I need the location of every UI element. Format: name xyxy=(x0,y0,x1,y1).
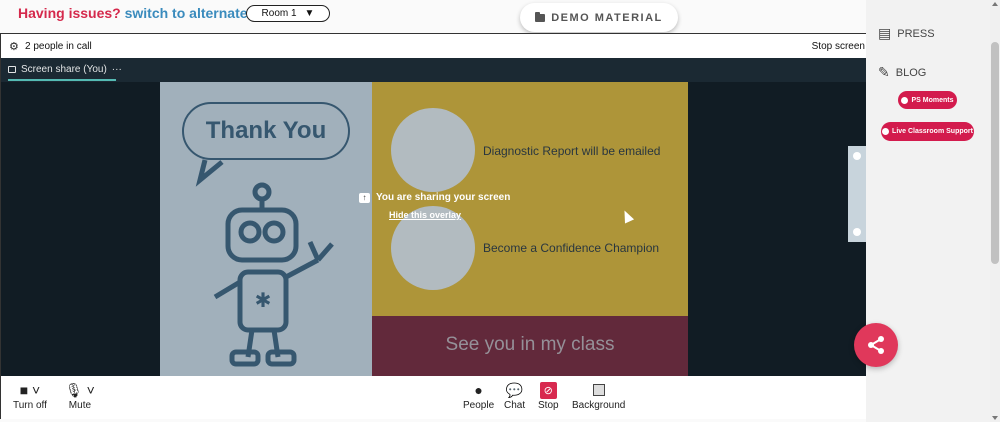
hide-overlay-link[interactable]: Hide this overlay xyxy=(389,210,461,220)
blog-label: BLOG xyxy=(895,66,927,79)
stop-share-icon: ⊘ xyxy=(539,381,557,399)
ps-moments-button[interactable]: PS Moments xyxy=(898,91,957,109)
share-button[interactable] xyxy=(854,323,898,367)
people-button[interactable]: ● People xyxy=(463,380,494,411)
microphone-icon xyxy=(853,152,861,160)
chevron-down-icon: ▼ xyxy=(304,8,315,19)
top-bar: Having issues? switch to alternate room … xyxy=(0,0,866,32)
folder-icon xyxy=(535,11,546,22)
share-icon xyxy=(868,336,884,354)
gear-icon[interactable]: ⚙ xyxy=(9,40,19,53)
people-label: People xyxy=(463,400,495,411)
camera-toggle-label: Turn off xyxy=(13,400,47,411)
live-support-label: Live Classroom Support xyxy=(892,128,973,135)
background-label: Background xyxy=(572,400,626,411)
scrollbar-thumb[interactable] xyxy=(991,42,999,264)
camera-toggle-button[interactable]: ■ ˅ Turn off xyxy=(13,380,47,411)
press-link[interactable]: ▤ PRESS xyxy=(878,25,935,42)
call-frame: ⚙ 2 people in call Stop screen Screen sh… xyxy=(0,33,867,419)
call-header: ⚙ 2 people in call Stop screen xyxy=(1,34,867,58)
demo-material-label: DEMO MATERIAL xyxy=(551,11,663,24)
mute-button[interactable]: 🎙 ˅ Mute xyxy=(65,380,95,412)
microphone-icon xyxy=(853,228,861,236)
people-icon: ● xyxy=(474,382,483,398)
chat-icon: 💬 xyxy=(505,381,524,398)
plus-circle-icon xyxy=(882,128,890,135)
stop-label: Stop xyxy=(538,400,559,411)
blog-link[interactable]: ✎ BLOG xyxy=(878,64,926,81)
demo-material-button[interactable]: DEMO MATERIAL xyxy=(520,3,678,32)
plus-circle-icon xyxy=(901,96,909,104)
page: Having issues? switch to alternate room … xyxy=(0,0,1000,422)
microphone-icon: 🎙 ˅ xyxy=(65,381,95,398)
video-stage: Screen share (You) ··· Thank You ✱ Diagn… xyxy=(1,58,866,376)
newspaper-icon: ▤ xyxy=(878,25,892,41)
pencil-icon: ✎ xyxy=(878,64,890,80)
ps-moments-label: PS Moments xyxy=(911,96,954,104)
call-controls: ■ ˅ Turn off 🎙 ˅ Mute ● People 💬 Chat ⊘ … xyxy=(1,376,866,419)
sharing-notice: ↑ You are sharing your screen xyxy=(359,192,510,203)
scroll-up-icon[interactable] xyxy=(992,2,998,6)
page-scrollbar[interactable] xyxy=(990,0,1000,422)
press-label: PRESS xyxy=(897,27,935,40)
stop-share-button[interactable]: ⊘ Stop xyxy=(538,380,559,411)
mouse-cursor-icon xyxy=(619,208,635,224)
background-icon xyxy=(592,384,605,396)
stop-screen-button[interactable]: Stop screen xyxy=(812,41,865,52)
sharing-text: You are sharing your screen xyxy=(376,192,511,203)
upload-screen-icon: ↑ xyxy=(359,192,370,203)
sharing-overlay: ↑ You are sharing your screen Hide this … xyxy=(1,58,866,376)
mute-label: Mute xyxy=(68,400,92,411)
issues-text: Having issues? xyxy=(18,5,121,21)
live-support-button[interactable]: Live Classroom Support xyxy=(881,122,974,141)
scroll-down-icon[interactable] xyxy=(992,416,998,420)
participant-thumbnail[interactable] xyxy=(848,146,866,242)
chat-label: Chat xyxy=(504,400,526,411)
room-select-value: Room 1 xyxy=(261,8,297,19)
chat-button[interactable]: 💬 Chat xyxy=(504,380,526,412)
people-in-call: 2 people in call xyxy=(25,41,92,52)
camera-icon: ■ ˅ xyxy=(19,382,41,398)
background-button[interactable]: Background xyxy=(572,380,625,411)
room-select[interactable]: Room 1 ▼ xyxy=(246,5,330,22)
